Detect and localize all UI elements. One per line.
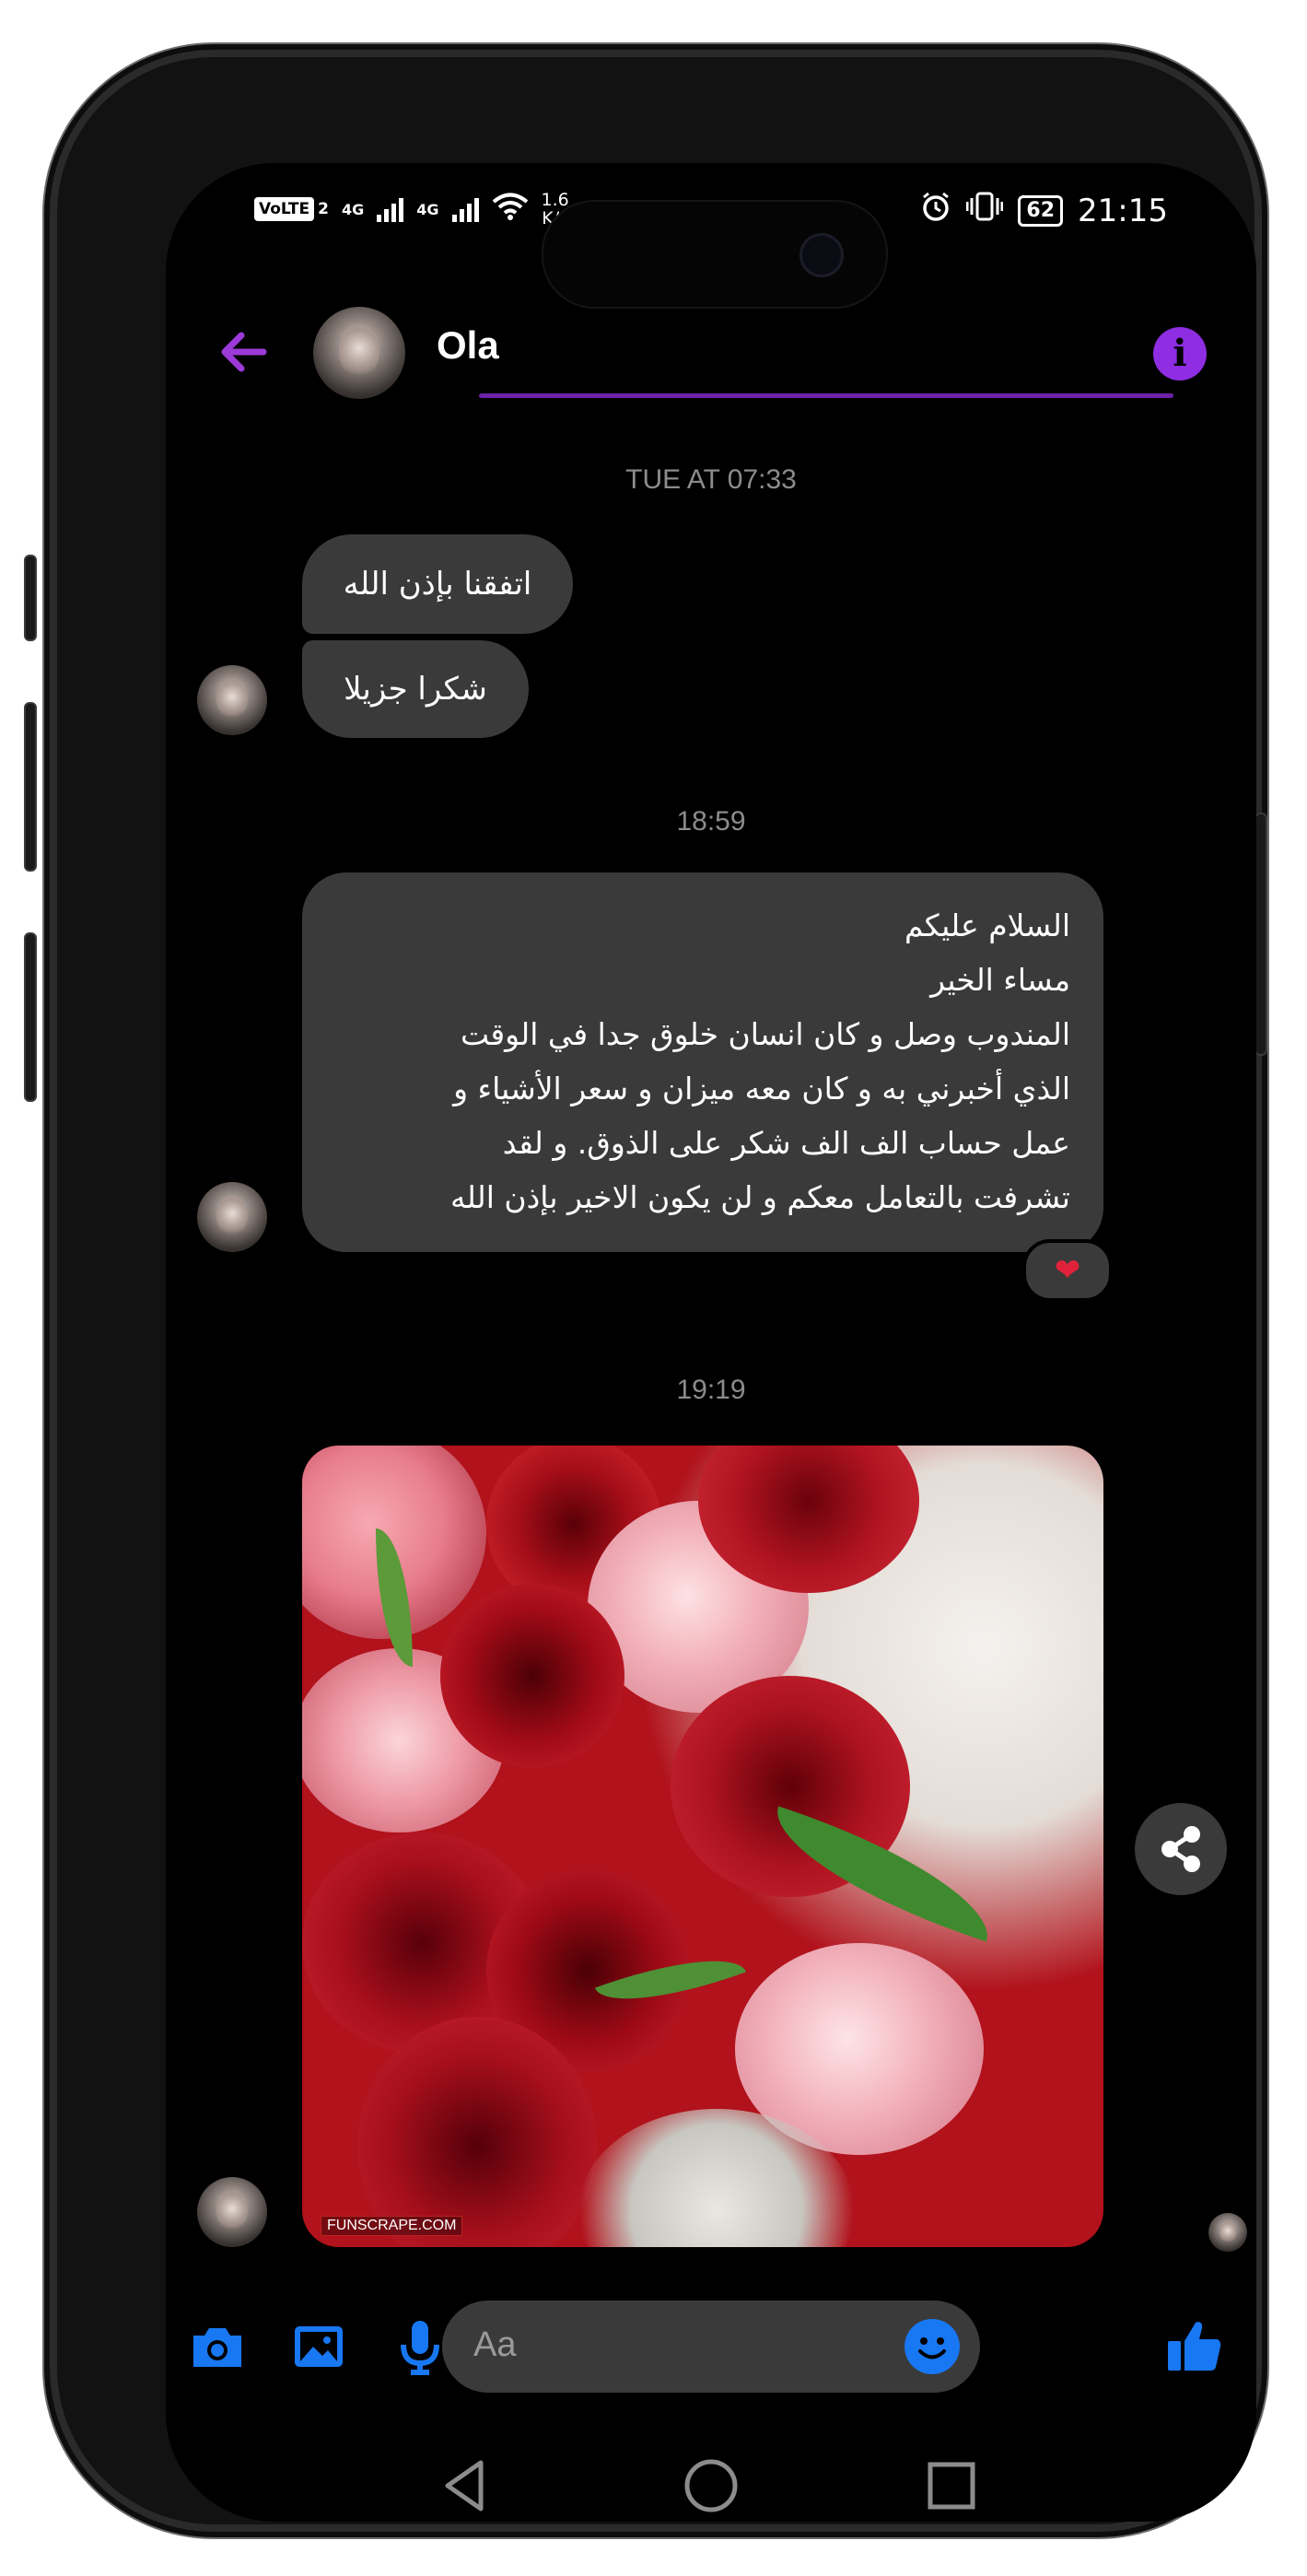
status-right: 62 21:15 (920, 191, 1168, 230)
read-receipt-avatar (1208, 2213, 1247, 2252)
gallery-icon[interactable] (286, 2313, 352, 2380)
heart-reaction-icon[interactable]: ❤ (1022, 1239, 1113, 1302)
system-nav-bar (166, 2448, 1256, 2522)
sender-avatar[interactable] (197, 1182, 267, 1252)
side-button (24, 555, 37, 641)
home-nav-icon[interactable] (679, 2453, 743, 2518)
phone-frame: VoLTE 2 4G 4G 1.6 K/s (24, 57, 1267, 2524)
recents-nav-icon[interactable] (919, 2453, 984, 2518)
camera-lens (799, 233, 844, 277)
battery-indicator: 62 (1018, 194, 1064, 227)
sim-slot: 2 (318, 200, 329, 218)
message-bubble[interactable]: اتفقنا بإذن الله (302, 534, 573, 634)
share-icon (1161, 1826, 1200, 1872)
composer-bar: Aa (166, 2291, 1256, 2402)
contact-name[interactable]: Ola (437, 323, 499, 368)
chat-header: Ola i (166, 301, 1256, 403)
message-bubble[interactable]: السلام عليكم مساء الخير المندوب وصل و كا… (302, 872, 1103, 1252)
image-watermark: FUNSCRAPE.COM (321, 2216, 463, 2236)
back-nav-icon[interactable] (433, 2453, 497, 2518)
timestamp: TUE AT 07:33 (625, 464, 797, 495)
camera-icon[interactable] (184, 2313, 251, 2380)
timestamp: 19:19 (676, 1375, 746, 1405)
alarm-icon (920, 191, 951, 230)
back-arrow-icon[interactable] (212, 320, 276, 384)
volume-down-button (24, 932, 37, 1102)
rose-image-detail (440, 1584, 624, 1768)
vibrate-icon (965, 191, 1004, 230)
screen: VoLTE 2 4G 4G 1.6 K/s (166, 163, 1256, 2522)
power-button (1254, 813, 1267, 1056)
network-type-2: 4G (416, 200, 439, 218)
info-icon[interactable]: i (1153, 327, 1207, 381)
volume-up-button (24, 702, 37, 872)
volte-badge: VoLTE (254, 197, 315, 221)
signal-icon-2 (451, 196, 479, 222)
header-accent-line (479, 393, 1173, 398)
share-button[interactable] (1135, 1803, 1227, 1895)
message-input-placeholder: Aa (473, 2325, 517, 2364)
signal-icon (377, 196, 404, 222)
camera-cutout (542, 200, 888, 309)
wifi-icon (492, 192, 529, 228)
network-type-1: 4G (341, 200, 365, 218)
status-bar: VoLTE 2 4G 4G 1.6 K/s (166, 163, 1256, 309)
emoji-icon[interactable] (904, 2319, 960, 2374)
image-message[interactable]: FUNSCRAPE.COM (302, 1446, 1103, 2247)
clock: 21:15 (1078, 192, 1168, 229)
message-input[interactable]: Aa (442, 2301, 980, 2393)
thumbs-up-icon[interactable] (1161, 2313, 1227, 2380)
contact-avatar[interactable] (313, 307, 405, 399)
status-left: VoLTE 2 4G 4G 1.6 K/s (254, 191, 569, 228)
timestamp: 18:59 (676, 806, 746, 837)
sender-avatar[interactable] (197, 665, 267, 735)
message-bubble[interactable]: شكرا جزيلا (302, 640, 529, 738)
network-speed-value: 1.6 (541, 190, 569, 210)
sender-avatar[interactable] (197, 2177, 267, 2247)
